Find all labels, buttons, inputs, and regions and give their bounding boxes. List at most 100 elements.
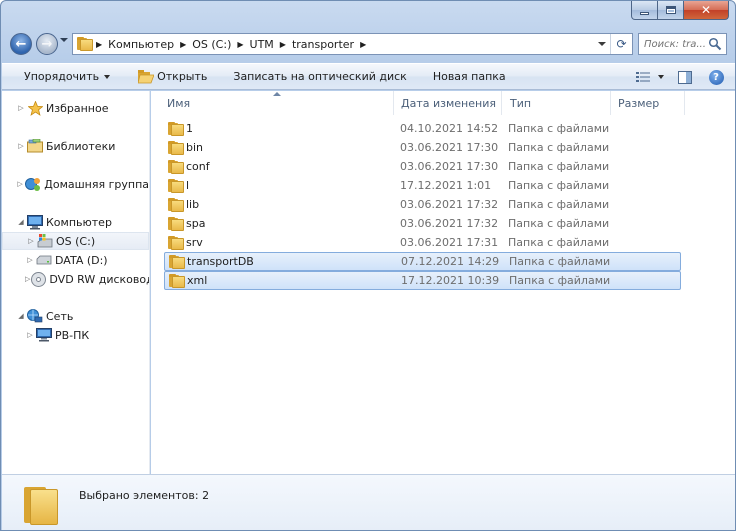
file-date: 03.06.2021 17:32	[400, 198, 499, 211]
table-row[interactable]: bin 03.06.2021 17:30 Папка с файлами	[164, 138, 681, 157]
table-row[interactable]: conf 03.06.2021 17:30 Папка с файлами	[164, 157, 681, 176]
folder-icon	[168, 121, 184, 136]
help-button[interactable]: ?	[705, 66, 727, 88]
expand-arrow-icon[interactable]: ▷	[16, 179, 24, 189]
chevron-down-icon	[658, 75, 664, 79]
refresh-icon: ⟳	[616, 37, 627, 51]
nav-item-computer[interactable]: ◢ Компьютер	[2, 213, 149, 231]
file-type: Папка с файлами	[509, 274, 611, 287]
nav-item-dvd[interactable]: ▷ DVD RW дисковод (	[2, 270, 149, 288]
maximize-button[interactable]	[658, 1, 684, 20]
help-icon: ?	[708, 69, 724, 85]
file-date: 03.06.2021 17:31	[400, 236, 499, 249]
table-row[interactable]: lib 03.06.2021 17:32 Папка с файлами	[164, 195, 681, 214]
nav-label: Домашняя группа	[44, 177, 149, 191]
folder-icon	[168, 140, 184, 155]
nav-item-homegroup[interactable]: ▷ Домашняя группа	[2, 175, 149, 193]
file-type: Папка с файлами	[509, 255, 611, 268]
back-arrow-icon: ←	[15, 36, 27, 52]
breadcrumb-drive-c[interactable]: OS (C:)	[189, 34, 234, 54]
library-icon	[27, 138, 43, 154]
table-row[interactable]: xml 17.12.2021 10:39 Папка с файлами	[164, 271, 681, 290]
sort-ascending-icon	[273, 92, 281, 96]
table-row[interactable]: l 17.12.2021 1:01 Папка с файлами	[164, 176, 681, 195]
expand-arrow-icon[interactable]: ▷	[25, 330, 35, 340]
breadcrumb-utm[interactable]: UTM	[247, 34, 277, 54]
nav-label: Избранное	[46, 101, 109, 115]
burn-label: Записать на оптический диск	[233, 70, 407, 83]
file-date: 07.12.2021 14:29	[401, 255, 500, 268]
hard-drive-icon	[36, 252, 52, 268]
table-row[interactable]: 1 04.10.2021 14:52 Папка с файлами	[164, 119, 681, 138]
new-folder-label: Новая папка	[432, 70, 506, 83]
address-bar[interactable]: ▶ Компьютер ▶ OS (C:) ▶ UTM ▶ transporte…	[72, 33, 633, 55]
table-row[interactable]: srv 03.06.2021 17:31 Папка с файлами	[164, 233, 681, 252]
address-dropdown-icon[interactable]	[598, 42, 606, 46]
nav-label: PB-ПК	[55, 328, 90, 342]
expand-arrow-icon[interactable]: ▷	[16, 103, 26, 113]
close-button[interactable]: ✕	[684, 1, 729, 20]
nav-item-drive-d[interactable]: ▷ DATA (D:)	[2, 251, 149, 269]
breadcrumb-chevron-icon[interactable]: ▶	[357, 40, 369, 49]
preview-pane-button[interactable]	[673, 66, 697, 88]
breadcrumb-transporter[interactable]: transporter	[289, 34, 357, 54]
collapse-arrow-icon[interactable]: ◢	[16, 311, 26, 321]
expand-arrow-icon[interactable]: ▷	[16, 141, 26, 151]
table-row[interactable]: transportDB 07.12.2021 14:29 Папка с файла…	[164, 252, 681, 271]
nav-item-libraries[interactable]: ▷ Библиотеки	[2, 137, 149, 155]
computer-icon	[27, 214, 43, 230]
refresh-button[interactable]: ⟳	[610, 34, 632, 54]
command-bar: Упорядочить Открыть Записать на оптическ…	[2, 63, 735, 90]
file-date: 04.10.2021 14:52	[400, 122, 499, 135]
open-button[interactable]: Открыть	[132, 66, 213, 88]
expand-arrow-icon[interactable]: ▷	[25, 255, 35, 265]
column-header-type[interactable]: Тип	[502, 91, 611, 115]
folder-icon	[169, 254, 185, 269]
file-name: conf	[186, 160, 210, 173]
recent-pages-dropdown[interactable]	[60, 38, 68, 42]
column-header-size[interactable]: Размер	[611, 91, 685, 115]
navigation-pane: ▷ Избранное ▷ Библиотеки ▷ Домашняя груп…	[2, 91, 150, 474]
chevron-down-icon	[104, 74, 111, 79]
column-label: Размер	[618, 96, 660, 110]
nav-item-favorites[interactable]: ▷ Избранное	[2, 99, 149, 117]
breadcrumb-chevron-icon[interactable]: ▶	[234, 40, 246, 49]
dvd-drive-icon	[31, 271, 47, 287]
search-input[interactable]	[644, 38, 706, 50]
selection-status: Выбрано элементов: 2	[79, 489, 210, 502]
nav-label: Сеть	[46, 309, 74, 323]
folder-icon	[168, 197, 184, 212]
new-folder-button[interactable]: Новая папка	[427, 66, 512, 88]
column-header-name[interactable]: Имя	[151, 91, 394, 115]
collapse-arrow-icon[interactable]: ◢	[16, 217, 26, 227]
nav-item-network-pc[interactable]: ▷ PB-ПК	[2, 326, 149, 344]
column-header-date[interactable]: Дата изменения	[394, 91, 502, 115]
file-list: Имя Дата изменения Тип Размер 1 04.10.202…	[151, 91, 735, 474]
breadcrumb-computer[interactable]: Компьютер	[105, 34, 177, 54]
homegroup-icon	[25, 176, 41, 192]
minimize-icon	[640, 11, 649, 15]
file-name: lib	[186, 198, 200, 211]
folder-icon	[77, 37, 93, 51]
search-box[interactable]	[638, 33, 727, 55]
search-icon[interactable]	[708, 37, 722, 51]
organize-button[interactable]: Упорядочить	[18, 66, 116, 88]
nav-item-drive-c[interactable]: ▷ OS (C:)	[2, 232, 149, 250]
organize-label: Упорядочить	[24, 70, 100, 83]
forward-arrow-icon: →	[41, 36, 53, 52]
file-name: 1	[186, 122, 193, 135]
breadcrumb-chevron-icon[interactable]: ▶	[93, 40, 105, 49]
change-view-button[interactable]	[631, 66, 669, 88]
breadcrumb-chevron-icon[interactable]: ▶	[277, 40, 289, 49]
table-row[interactable]: spa 03.06.2021 17:32 Папка с файлами	[164, 214, 681, 233]
nav-label: DATA (D:)	[55, 253, 108, 267]
forward-button[interactable]: →	[36, 33, 58, 55]
expand-arrow-icon[interactable]: ▷	[25, 274, 30, 284]
expand-arrow-icon[interactable]: ▷	[26, 236, 36, 246]
nav-item-network[interactable]: ◢ Сеть	[2, 307, 149, 325]
burn-to-disc-button[interactable]: Записать на оптический диск	[227, 66, 412, 88]
file-type: Папка с файлами	[508, 198, 610, 211]
breadcrumb-chevron-icon[interactable]: ▶	[177, 40, 189, 49]
back-button[interactable]: ←	[10, 33, 32, 55]
minimize-button[interactable]	[631, 1, 658, 20]
